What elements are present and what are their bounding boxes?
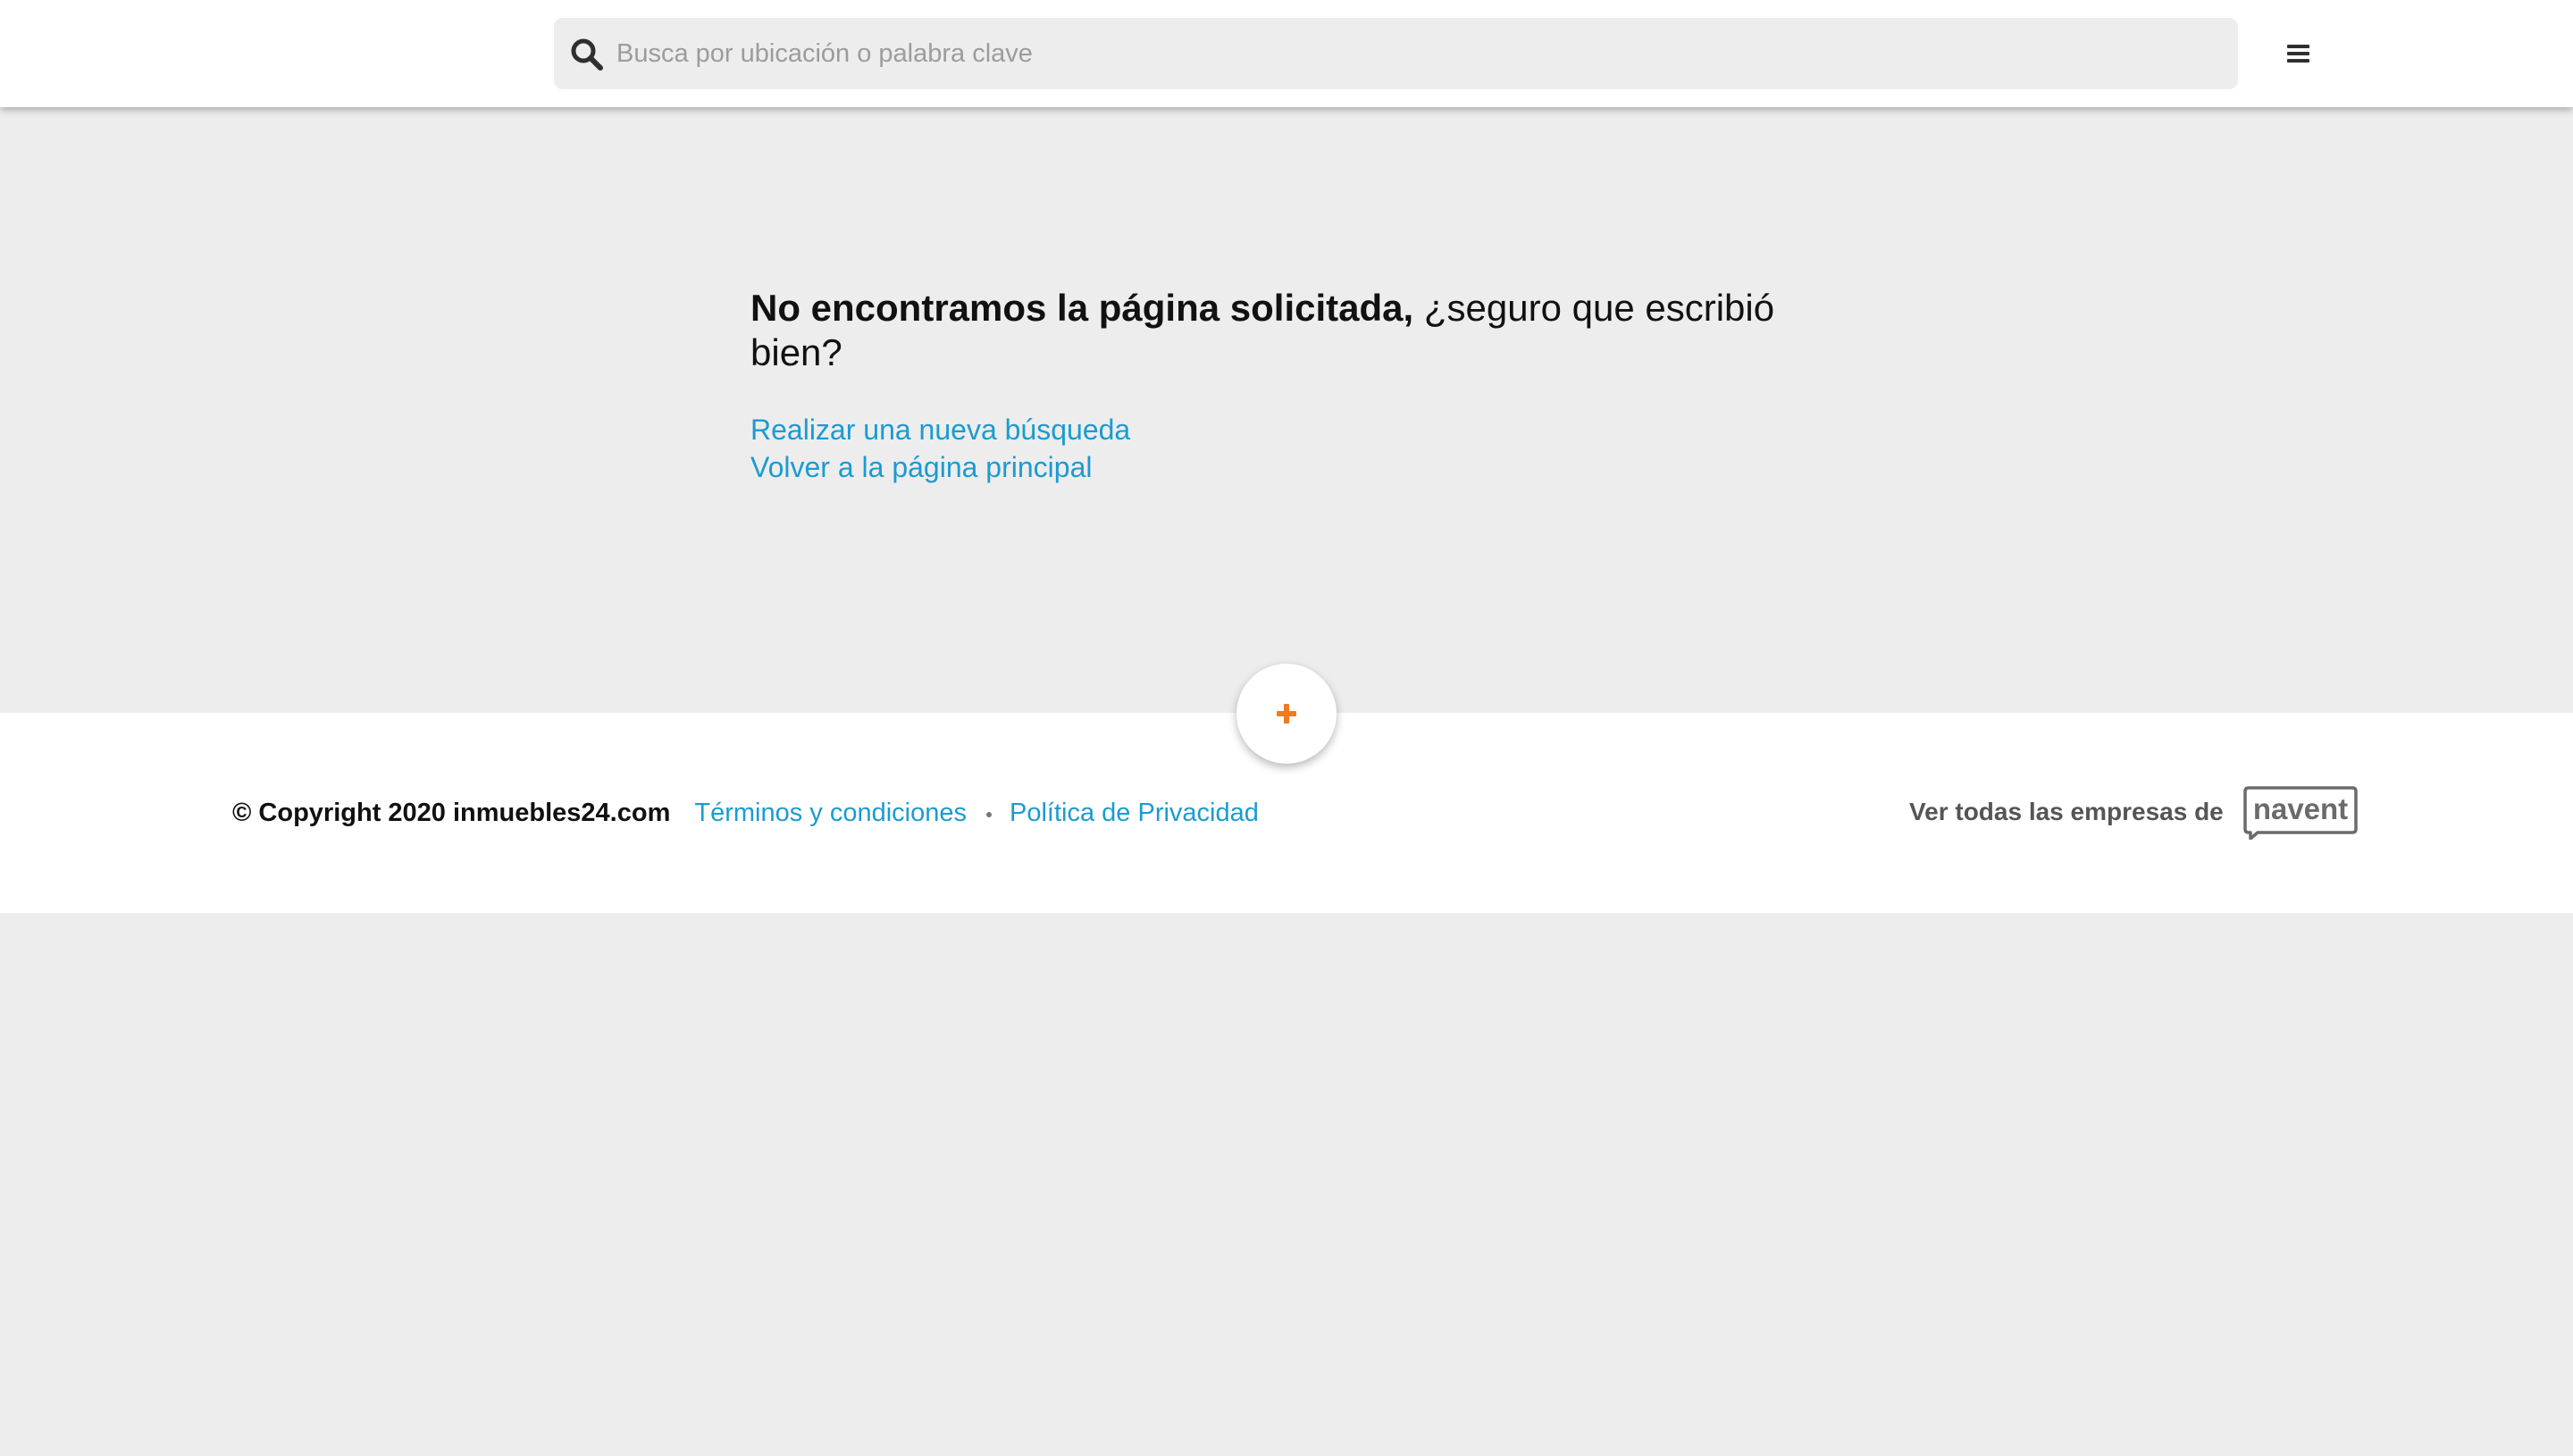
svg-text:navent: navent — [2253, 792, 2348, 825]
page-title: No encontramos la página solicitada, ¿se… — [750, 286, 1823, 375]
terms-link[interactable]: Términos y condiciones — [694, 799, 967, 828]
footer-companies: Ver todas las empresas de navent — [1909, 782, 2359, 841]
hamburger-menu-icon[interactable] — [2278, 33, 2317, 72]
plus-icon — [1277, 704, 1296, 724]
top-header — [0, 0, 2573, 107]
navent-logo[interactable]: navent — [2242, 784, 2359, 840]
separator-dot — [986, 812, 992, 817]
new-search-link[interactable]: Realizar una nueva búsqueda — [750, 411, 1823, 448]
footer-legal: © Copyright 2020 inmuebles24.com Término… — [232, 795, 1259, 831]
privacy-link[interactable]: Política de Privacidad — [1010, 799, 1259, 828]
recovery-links: Realizar una nueva búsqueda Volver a la … — [750, 411, 1823, 486]
companies-label: Ver todas las empresas de — [1909, 798, 2224, 825]
search-bar[interactable] — [554, 18, 2238, 89]
expand-footer-button[interactable] — [1236, 664, 1337, 764]
search-input[interactable] — [616, 18, 2216, 89]
home-page-link[interactable]: Volver a la página principal — [750, 448, 1823, 486]
copyright-text: © Copyright 2020 inmuebles24.com — [232, 798, 671, 827]
headline-bold: No encontramos la página solicitada, — [750, 287, 1414, 329]
not-found-message: No encontramos la página solicitada, ¿se… — [750, 286, 1823, 486]
search-icon[interactable] — [570, 38, 604, 71]
